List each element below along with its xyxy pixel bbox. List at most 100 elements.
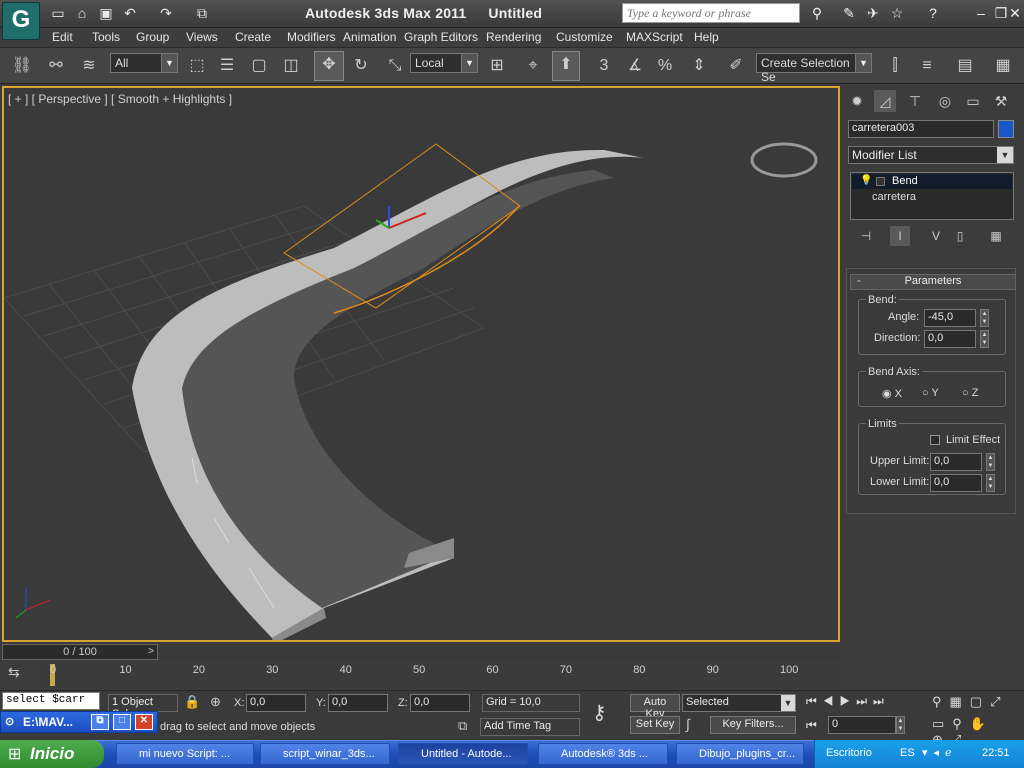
app-logo-icon[interactable]: G — [2, 2, 40, 40]
lower-limit-spinner[interactable]: ▲ ▼ — [986, 474, 995, 492]
bind-spacewarp-icon[interactable]: ≋ — [76, 53, 102, 79]
task-dibujo-plugins[interactable]: Dibujo_plugins_cr... — [676, 743, 804, 765]
minimize-icon[interactable]: – — [970, 4, 992, 22]
z-coord-field[interactable]: 0,0 — [410, 694, 470, 712]
key-mode-dropdown[interactable]: Selected ▼ — [682, 694, 796, 712]
select-and-scale-icon[interactable]: ⤡ — [382, 53, 408, 79]
modify-tab-icon[interactable]: ◿ — [874, 90, 896, 112]
project-folder-icon[interactable]: ⧉ — [192, 4, 212, 22]
playback-controls[interactable]: ⏮◀▶⏭⏭ — [806, 694, 890, 709]
menu-help[interactable]: Help — [694, 30, 719, 44]
menu-views[interactable]: Views — [186, 30, 218, 44]
desktop-toolbar-label[interactable]: Escritorio — [826, 747, 872, 759]
hierarchy-tab-icon[interactable]: ⊤ — [904, 90, 926, 112]
task-untitled-autodesk[interactable]: Untitled - Autode... — [398, 743, 528, 765]
configure-sets-icon[interactable]: ▦ — [986, 226, 1006, 246]
perspective-viewport[interactable]: [ + ] [ Perspective ] [ Smooth + Highlig… — [2, 86, 840, 642]
task-mi-nuevo-script[interactable]: mi nuevo Script: ... — [116, 743, 254, 765]
set-key-button[interactable]: Set Key — [630, 716, 680, 734]
edit-named-selection-icon[interactable]: ✐ — [722, 53, 750, 79]
add-time-tag-icon[interactable]: ⧉ — [458, 718, 467, 734]
angle-spinner[interactable]: ▲ ▼ — [980, 309, 989, 327]
x-coord-field[interactable]: 0,0 — [246, 694, 306, 712]
upper-limit-field[interactable]: 0,0 — [930, 453, 982, 471]
menu-animation[interactable]: Animation — [343, 30, 396, 44]
set-key-icon[interactable]: ⚷ — [592, 700, 624, 730]
viewcube-icon[interactable] — [750, 88, 818, 178]
task-script-winar[interactable]: script_winar_3ds... — [260, 743, 390, 765]
percent-snap-icon[interactable]: % — [652, 53, 678, 79]
curve-editor-icon[interactable]: ⇆ — [8, 664, 32, 686]
remove-modifier-icon[interactable]: ▯ — [950, 226, 970, 246]
stack-item-carretera[interactable]: carretera — [872, 191, 916, 203]
tools-icon[interactable]: ✎ — [838, 4, 860, 22]
time-slider[interactable]: 0 / 100 — [2, 644, 158, 660]
absolute-mode-icon[interactable]: ⊕ — [210, 694, 221, 710]
selection-filter-dropdown[interactable]: All ▼ — [110, 53, 178, 73]
expand-toggle-icon[interactable] — [876, 177, 885, 186]
utilities-tab-icon[interactable]: ⚒ — [990, 90, 1012, 112]
graphite-ribbon-icon[interactable]: ▦ — [988, 53, 1018, 79]
window-crossing-icon[interactable]: ◫ — [278, 53, 304, 79]
align-icon[interactable]: ≡ — [914, 53, 940, 79]
select-object-icon[interactable]: ⬚ — [184, 53, 210, 79]
restore-icon[interactable]: ⧉ — [91, 714, 109, 730]
language-indicator[interactable]: ES — [900, 747, 915, 759]
new-file-icon[interactable]: ▭ — [48, 4, 68, 22]
menu-maxscript[interactable]: MAXScript — [626, 30, 683, 44]
search-input[interactable]: Type a keyword or phrase — [622, 3, 800, 23]
spinner-snap-icon[interactable]: ⇕ — [686, 53, 712, 79]
auto-key-button[interactable]: Auto Key — [630, 694, 680, 720]
axis-z-radio[interactable]: ○ Z — [962, 387, 978, 399]
snaps-toggle-icon[interactable]: 3 — [590, 53, 618, 79]
show-end-result-icon[interactable]: I — [890, 226, 910, 246]
rectangular-selection-icon[interactable]: ▢ — [246, 53, 272, 79]
unlink-icon[interactable]: ⚯ — [42, 53, 70, 79]
maxscript-window[interactable]: ⊙ E:\MAV... ⧉ □ ✕ — [0, 711, 158, 733]
manipulate-icon[interactable]: ⌖ — [520, 53, 546, 79]
lightbulb-icon[interactable]: 💡 — [860, 175, 872, 187]
menu-group[interactable]: Group — [136, 30, 169, 44]
select-and-rotate-icon[interactable]: ↻ — [348, 53, 374, 79]
maximize-icon[interactable]: □ — [113, 714, 131, 730]
menu-edit[interactable]: Edit — [52, 30, 73, 44]
object-color-swatch[interactable] — [998, 120, 1014, 138]
menu-rendering[interactable]: Rendering — [486, 30, 541, 44]
menu-create[interactable]: Create — [235, 30, 271, 44]
object-name-field[interactable]: carretera003 — [848, 120, 994, 138]
communication-icon[interactable]: ✈ — [862, 4, 884, 22]
direction-spinner[interactable]: ▲ ▼ — [980, 330, 989, 348]
create-tab-icon[interactable]: ✹ — [846, 90, 868, 112]
maxscript-listener-input[interactable]: select $carr — [2, 692, 100, 710]
binoculars-icon[interactable]: ⚲ — [806, 4, 828, 22]
mirror-icon[interactable]: ⫿ — [882, 53, 908, 79]
time-config-icon[interactable]: ⏮ — [806, 718, 817, 733]
pin-stack-icon[interactable]: ⊣ — [856, 226, 876, 246]
zoom-controls[interactable]: ⚲▦▢⤢ — [932, 694, 1009, 710]
limit-effect-checkbox[interactable] — [930, 435, 940, 445]
parameters-rollout-header[interactable]: - Parameters — [850, 274, 1016, 290]
upper-limit-spinner[interactable]: ▲ ▼ — [986, 453, 995, 471]
pivot-center-icon[interactable]: ⊞ — [484, 53, 510, 79]
tray-icons[interactable]: ▾◂ℯ — [922, 746, 958, 759]
modifier-list-dropdown[interactable]: Modifier List ▼ — [848, 146, 1014, 164]
close-icon[interactable]: ✕ — [1004, 4, 1024, 22]
menu-tools[interactable]: Tools — [92, 30, 120, 44]
save-icon[interactable]: ▣ — [96, 4, 116, 22]
redo-icon[interactable]: ↷ — [156, 4, 176, 22]
add-time-tag-button[interactable]: Add Time Tag — [480, 718, 580, 736]
track-bar[interactable] — [40, 662, 840, 688]
make-unique-icon[interactable]: V — [926, 226, 946, 246]
undo-icon[interactable]: ↶ — [120, 4, 140, 22]
select-and-move-icon[interactable]: ✥ — [314, 51, 344, 81]
display-tab-icon[interactable]: ▭ — [962, 90, 984, 112]
open-file-icon[interactable]: ⌂ — [72, 4, 92, 22]
menu-customize[interactable]: Customize — [556, 30, 613, 44]
y-coord-field[interactable]: 0,0 — [328, 694, 388, 712]
reference-coordinate-dropdown[interactable]: Local ▼ — [410, 53, 478, 73]
help-icon[interactable]: ? — [922, 4, 944, 22]
axis-x-radio[interactable]: ◉ X — [882, 387, 902, 400]
link-icon[interactable]: ⛓ — [8, 53, 36, 79]
favorites-star-icon[interactable]: ☆ — [886, 4, 908, 22]
lower-limit-field[interactable]: 0,0 — [930, 474, 982, 492]
